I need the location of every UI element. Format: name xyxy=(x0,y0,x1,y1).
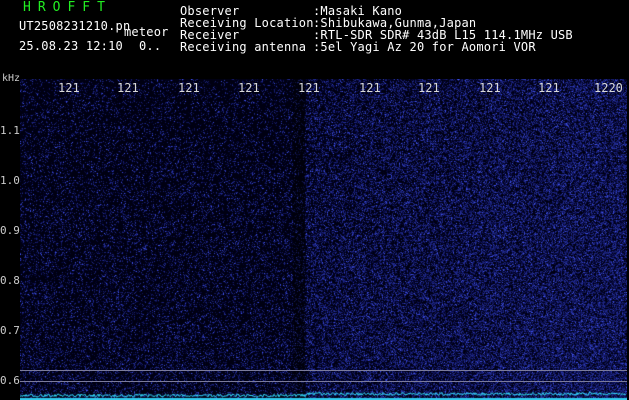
antenna-value: :5el Yagi Az 20 for Aomori VOR xyxy=(313,40,536,54)
x-tick-label: 121 xyxy=(418,81,440,95)
antenna-label: Receiving antenna xyxy=(180,40,307,54)
x-tick-label: 121 xyxy=(178,81,200,95)
status-text: 0.. xyxy=(139,39,162,53)
x-tick-label: 121 xyxy=(479,81,501,95)
y-tick-label: 1.0 xyxy=(0,174,20,187)
spectrogram xyxy=(20,79,627,400)
meteor-tag: meteor xyxy=(124,25,169,39)
x-tick-label: 121 xyxy=(538,81,560,95)
x-tick-label: 121 xyxy=(58,81,80,95)
x-tick-label: 121 xyxy=(298,81,320,95)
marker-line-upper xyxy=(20,370,627,371)
x-tick-label: 1220 xyxy=(594,81,623,95)
y-tick-label: 0.6 xyxy=(0,374,20,387)
marker-line-lower xyxy=(20,381,627,382)
y-tick-label: 0.8 xyxy=(0,274,20,287)
filename: UT2508231210.pn xyxy=(19,19,131,33)
x-tick-label: 121 xyxy=(359,81,381,95)
y-tick-label: 0.9 xyxy=(0,224,20,237)
app-title: HROFFT xyxy=(23,0,112,15)
x-tick-label: 121 xyxy=(117,81,139,95)
y-tick-label: 1.1 xyxy=(0,124,20,137)
datetime: 25.08.23 12:10 xyxy=(19,39,123,53)
y-tick-label: 0.7 xyxy=(0,324,20,337)
x-tick-label: 121 xyxy=(238,81,260,95)
y-axis-unit: kHz xyxy=(2,73,21,84)
